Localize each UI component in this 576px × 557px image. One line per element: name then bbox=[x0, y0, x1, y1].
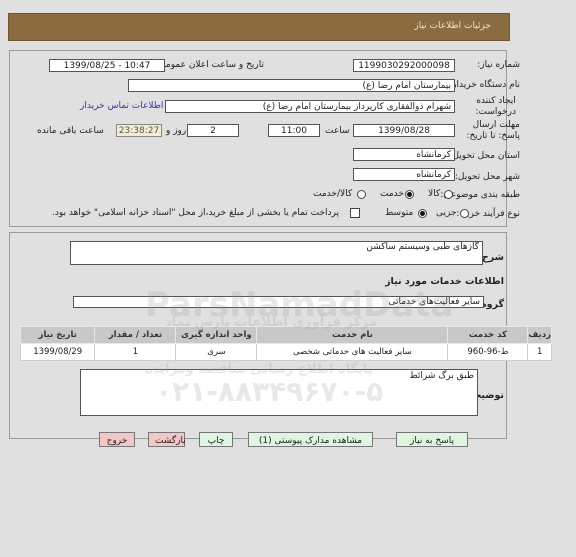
cell-date: 1399/08/29 bbox=[19, 343, 96, 361]
col-header-unit: واحد اندازه گیری bbox=[175, 326, 258, 344]
time-label: ساعت bbox=[325, 126, 350, 136]
city-label: شهر محل تحویل: bbox=[454, 172, 520, 182]
province-label: استان محل تحویل: bbox=[449, 151, 520, 161]
city-field[interactable]: کرمانشاه bbox=[353, 168, 455, 181]
category-radio-goods[interactable] bbox=[444, 190, 453, 199]
announce-date-label: تاریخ و ساعت اعلان عمومی: bbox=[155, 60, 264, 70]
description-field[interactable]: گازهای طبی وسیستم ساکشن bbox=[70, 241, 483, 265]
view-attachments-button[interactable]: مشاهده مدارک پیوستی (1) bbox=[248, 432, 373, 447]
services-table: ردیف کد خدمت نام خدمت واحد اندازه گیری ت… bbox=[19, 326, 552, 361]
remaining-time-label: ساعت باقی مانده bbox=[37, 126, 104, 136]
col-header-code: کد خدمت bbox=[447, 326, 529, 344]
days-remaining-field[interactable]: 2 bbox=[187, 124, 239, 137]
col-header-name: نام خدمت bbox=[256, 326, 449, 344]
cell-code: ط-96-960 bbox=[447, 343, 529, 361]
buyer-org-label: نام دستگاه خریدار: bbox=[449, 80, 520, 90]
creator-label: ایجاد کننده درخواست: bbox=[475, 96, 516, 117]
page-title: جزئیات اطلاعات نیاز bbox=[414, 21, 491, 31]
need-number-field[interactable]: 1199030292000098 bbox=[353, 59, 455, 72]
exit-button[interactable]: خروج bbox=[99, 432, 135, 447]
payment-checkbox[interactable] bbox=[350, 208, 360, 218]
remaining-time-field: 23:38:27 bbox=[116, 124, 162, 137]
category-option-goods: کالا bbox=[428, 189, 441, 199]
buyer-notes-field[interactable]: طبق برگ شرائط bbox=[80, 369, 478, 416]
col-header-date: تاریخ نیاز bbox=[19, 326, 96, 344]
payment-note: پرداخت تمام یا بخشی از مبلغ خرید،از محل … bbox=[52, 208, 340, 218]
col-header-row: ردیف bbox=[527, 326, 552, 344]
print-button[interactable]: چاپ bbox=[199, 432, 233, 447]
need-info-panel bbox=[9, 50, 507, 227]
creator-field[interactable]: شهرام ذوالفقاری کارپرداز بیمارستان امام … bbox=[165, 100, 455, 113]
col-header-qty: تعداد / مقدار bbox=[94, 326, 177, 344]
cell-name: سایر فعالیت های خدماتی شخصی bbox=[256, 343, 449, 361]
process-radio-medium[interactable] bbox=[418, 209, 427, 218]
process-radio-minor[interactable] bbox=[460, 209, 469, 218]
cell-row: 1 bbox=[527, 343, 552, 361]
category-option-service: خدمت bbox=[380, 189, 404, 199]
deadline-date-field[interactable]: 1399/08/28 bbox=[353, 124, 455, 137]
process-option-minor: جزیی bbox=[436, 208, 457, 218]
cell-unit: سری bbox=[175, 343, 258, 361]
buyer-org-field[interactable]: بیمارستان امام رضا (ع) bbox=[128, 79, 455, 92]
province-field[interactable]: کرمانشاه bbox=[353, 148, 455, 161]
category-radio-goods-service[interactable] bbox=[357, 190, 366, 199]
days-label: روز و bbox=[166, 126, 187, 136]
announce-date-field[interactable]: 1399/08/25 - 10:47 bbox=[49, 59, 165, 72]
category-option-goods-service: کالا/خدمت bbox=[313, 189, 353, 199]
deadline-label: مهلت ارسال پاسخ: تا تاریخ: bbox=[466, 120, 520, 141]
reply-button[interactable]: پاسخ به نیاز bbox=[396, 432, 468, 447]
services-heading: اطلاعات خدمات مورد نیاز bbox=[385, 276, 504, 287]
cell-qty: 1 bbox=[94, 343, 177, 361]
back-button[interactable]: بازگشت bbox=[148, 432, 186, 447]
page-header: جزئیات اطلاعات نیاز bbox=[8, 13, 510, 41]
deadline-time-field[interactable]: 11:00 bbox=[268, 124, 320, 137]
service-group-field[interactable]: سایر فعالیت‌های خدماتی bbox=[73, 296, 484, 308]
buyer-contact-link[interactable]: اطلاعات تماس خریدار bbox=[80, 101, 163, 111]
table-row: 1 ط-96-960 سایر فعالیت های خدماتی شخصی س… bbox=[19, 343, 552, 361]
category-radio-service[interactable] bbox=[405, 190, 414, 199]
process-option-medium: متوسط bbox=[385, 208, 414, 218]
need-number-label: شماره نیاز: bbox=[477, 60, 520, 70]
services-table-header: ردیف کد خدمت نام خدمت واحد اندازه گیری ت… bbox=[19, 326, 552, 344]
